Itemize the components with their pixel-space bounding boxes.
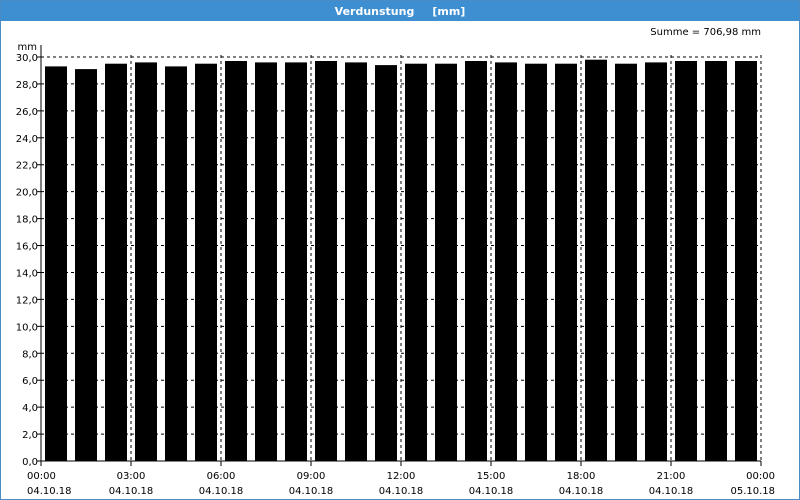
y-tick-label: 26,0 [16, 107, 38, 118]
y-tick-label: 20,0 [16, 188, 38, 199]
x-tick-label-date: 04.10.18 [379, 486, 424, 497]
bar [585, 59, 607, 461]
bar [675, 61, 697, 461]
bar [735, 61, 757, 461]
x-tick-label-time: 00:00 [746, 471, 775, 482]
bar [285, 62, 307, 462]
y-tick-label: 10,0 [16, 322, 38, 333]
y-tick-label: 2,0 [22, 430, 38, 441]
bar [555, 63, 577, 461]
bar [435, 63, 457, 461]
x-tick-label-date: 04.10.18 [559, 486, 604, 497]
bar [165, 66, 187, 462]
bar [345, 62, 367, 462]
bar [195, 63, 217, 461]
x-tick-label-date: 04.10.18 [27, 486, 72, 497]
bar [615, 63, 637, 461]
y-tick-label: 30,0 [16, 53, 38, 64]
y-tick-label: 4,0 [22, 403, 38, 414]
bar [525, 63, 547, 461]
bar [465, 61, 487, 461]
bar [375, 65, 397, 461]
x-tick-label-date: 04.10.18 [199, 486, 244, 497]
x-tick-label-time: 09:00 [297, 471, 326, 482]
bar-chart: 0,0 2,0 4,0 6,0 8,0 10,0 12,0 14,0 16,0 18,0 20,0 2… [16, 42, 775, 497]
y-tick-label: 12,0 [16, 295, 38, 306]
bar [75, 69, 97, 461]
x-tick-label-time: 12:00 [387, 471, 416, 482]
y-tick-label: 18,0 [16, 215, 38, 226]
y-tick-label: 24,0 [16, 134, 38, 145]
bar [105, 63, 127, 461]
bar [225, 61, 247, 461]
bar [315, 61, 337, 461]
bar [645, 62, 667, 462]
y-tick-label: 28,0 [16, 80, 38, 91]
y-tick-label: 6,0 [22, 376, 38, 387]
y-tick-label: 14,0 [16, 268, 38, 279]
x-tick-label-date: 04.10.18 [109, 486, 154, 497]
x-tick-label-time: 00:00 [27, 471, 56, 482]
bar [405, 63, 427, 461]
y-tick-label: 22,0 [16, 161, 38, 172]
x-tick-label-time: 21:00 [657, 471, 686, 482]
bar [705, 61, 727, 461]
x-tick-label-time: 18:00 [567, 471, 596, 482]
bar [135, 62, 157, 462]
x-tick-label-date: 04.10.18 [649, 486, 694, 497]
x-tick-label-time: 03:00 [117, 471, 146, 482]
y-tick-label: 8,0 [22, 349, 38, 360]
bar [45, 66, 67, 462]
x-tick-label-date: 04.10.18 [289, 486, 334, 497]
y-axis-label: mm [18, 42, 37, 53]
x-tick-label-time: 06:00 [207, 471, 236, 482]
bar [495, 62, 517, 462]
bar [255, 62, 277, 462]
y-tick-label: 16,0 [16, 242, 38, 253]
x-tick-label-date: 04.10.18 [469, 486, 514, 497]
x-tick-label-date: 05.10.18 [730, 486, 775, 497]
x-tick-label-time: 15:00 [477, 471, 506, 482]
y-tick-label: 0,0 [22, 457, 38, 468]
